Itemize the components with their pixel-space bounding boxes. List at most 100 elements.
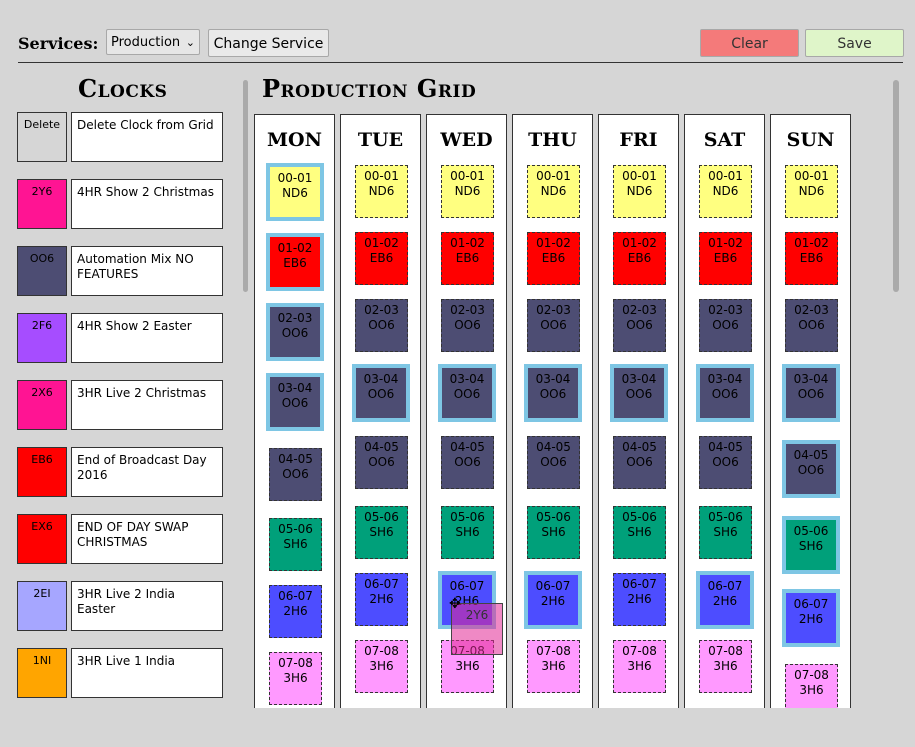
slot-clock-code: OO6 (454, 318, 481, 332)
clock-item[interactable]: OO6 Automation Mix NO FEATURES (17, 246, 227, 299)
grid-slot[interactable]: 00-01 ND6 (266, 163, 324, 221)
slot-clock-code: OO6 (711, 387, 739, 401)
clock-description: 4HR Show 2 Easter (71, 313, 223, 363)
grid-slot[interactable]: 06-07 2H6 (524, 571, 582, 629)
slot-clock-code: SH6 (283, 537, 308, 551)
clock-item[interactable]: EX6 END OF DAY SWAP CHRISTMAS (17, 514, 227, 567)
clock-item[interactable]: Delete Delete Clock from Grid (17, 112, 227, 165)
clear-button[interactable]: Clear (700, 29, 799, 57)
grid-slot[interactable]: 04-05 OO6 (441, 436, 494, 489)
services-label: Services: (18, 34, 99, 53)
grid-slot[interactable]: 05-06 SH6 (441, 506, 494, 559)
grid-slot[interactable]: 01-02 EB6 (527, 232, 580, 285)
grid-slot[interactable]: 06-07 2H6 (696, 571, 754, 629)
clock-description: End of Broadcast Day 2016 (71, 447, 223, 497)
grid-slot[interactable]: 04-05 OO6 (613, 436, 666, 489)
grid-slot[interactable]: 05-06 SH6 (527, 506, 580, 559)
clock-swatch[interactable]: 2EI (17, 581, 67, 631)
save-button[interactable]: Save (805, 29, 904, 57)
grid-slot[interactable]: 04-05 OO6 (269, 448, 322, 501)
clock-swatch[interactable]: 2Y6 (17, 179, 67, 229)
clock-swatch[interactable]: OO6 (17, 246, 67, 296)
slot-hour: 06-07 (793, 597, 829, 611)
grid-slot[interactable]: 00-01 ND6 (699, 165, 752, 218)
grid-slot[interactable]: 00-01 ND6 (613, 165, 666, 218)
service-select-value: Production (111, 35, 181, 50)
grid-slot[interactable]: 04-05 OO6 (355, 436, 408, 489)
grid-slot[interactable]: 02-03 OO6 (266, 303, 324, 361)
grid-scrollbar[interactable] (893, 80, 899, 292)
grid-slot[interactable]: 02-03 OO6 (785, 299, 838, 352)
slot-hour: 04-05 (536, 440, 571, 454)
grid-slot[interactable]: 01-02 EB6 (699, 232, 752, 285)
grid-slot[interactable]: 03-04 OO6 (782, 364, 840, 422)
grid-slot[interactable]: 05-06 SH6 (269, 518, 322, 571)
grid-slot[interactable]: 07-083H6 (269, 652, 322, 705)
clock-swatch[interactable]: 2F6 (17, 313, 67, 363)
clock-item[interactable]: 2Y6 4HR Show 2 Christmas (17, 179, 227, 232)
grid-slot[interactable]: 07-083H6 (527, 640, 580, 693)
move-cursor-icon: ✥ (449, 596, 461, 612)
clock-item[interactable]: 2EI 3HR Live 2 India Easter (17, 581, 227, 634)
grid-slot[interactable]: 03-04 OO6 (524, 364, 582, 422)
clock-item[interactable]: 2X6 3HR Live 2 Christmas (17, 380, 227, 433)
grid-slot[interactable]: 05-06 SH6 (355, 506, 408, 559)
grid-slot[interactable]: 07-083H6 (613, 640, 666, 693)
grid-slot[interactable]: 04-05 OO6 (782, 440, 840, 498)
grid-slot[interactable]: 07-083H6 (699, 640, 752, 693)
clock-swatch[interactable]: 1NI (17, 648, 67, 698)
grid-slot[interactable]: 00-01 ND6 (441, 165, 494, 218)
clock-list-scrollbar[interactable] (243, 80, 248, 292)
grid-slot[interactable]: 03-04 OO6 (438, 364, 496, 422)
grid-slot[interactable]: 07-083H6 (785, 664, 838, 708)
slot-clock-code: EB6 (283, 256, 307, 270)
clock-item[interactable]: EB6 End of Broadcast Day 2016 (17, 447, 227, 500)
grid-slot[interactable]: 06-07 2H6 (355, 573, 408, 626)
grid-slot[interactable]: 02-03 OO6 (699, 299, 752, 352)
grid-slot[interactable]: 01-02 EB6 (355, 232, 408, 285)
slot-clock-code: OO6 (454, 455, 481, 469)
change-service-button[interactable]: Change Service (208, 29, 329, 57)
grid-slot[interactable]: 04-05 OO6 (527, 436, 580, 489)
grid-slot[interactable]: 06-07 2H6 (782, 589, 840, 647)
grid-slot[interactable]: 04-05 OO6 (699, 436, 752, 489)
clock-swatch[interactable]: EB6 (17, 447, 67, 497)
grid-slot[interactable]: 03-04 OO6 (696, 364, 754, 422)
grid-slot[interactable]: 02-03 OO6 (355, 299, 408, 352)
grid-slot[interactable]: 03-04 OO6 (610, 364, 668, 422)
grid-slot[interactable]: 01-02 EB6 (441, 232, 494, 285)
grid-slot[interactable]: 06-07 2H6 (269, 585, 322, 638)
clock-swatch[interactable]: EX6 (17, 514, 67, 564)
grid-slot[interactable]: 03-04 OO6 (266, 373, 324, 431)
grid-slot[interactable]: 06-07 2H6 (613, 573, 666, 626)
clock-item[interactable]: 1NI 3HR Live 1 India (17, 648, 227, 701)
grid-slot[interactable]: 02-03 OO6 (527, 299, 580, 352)
slot-clock-code: 2H6 (540, 594, 566, 608)
grid-slot[interactable]: 02-03 OO6 (441, 299, 494, 352)
slot-hour: 07-08 (278, 656, 313, 670)
grid-slot[interactable]: 01-02 EB6 (785, 232, 838, 285)
grid-slot[interactable]: 00-01 ND6 (785, 165, 838, 218)
clock-swatch[interactable]: Delete (17, 112, 67, 162)
clock-swatch[interactable]: 2X6 (17, 380, 67, 430)
grid-slot[interactable]: 02-03 OO6 (613, 299, 666, 352)
grid-slot[interactable]: 07-083H6 (355, 640, 408, 693)
slot-hour: 01-02 (622, 236, 657, 250)
grid-slot[interactable]: 00-01 ND6 (355, 165, 408, 218)
slot-hour: 07-08 (364, 644, 399, 658)
service-select[interactable]: Production ⌄ (106, 29, 200, 55)
slot-clock-code: 3H6 (369, 659, 394, 673)
day-header: SAT (703, 129, 746, 151)
grid-slot[interactable]: 01-02 EB6 (266, 233, 324, 291)
slot-hour: 04-05 (278, 452, 313, 466)
grid-slot[interactable]: 05-06 SH6 (782, 516, 840, 574)
clock-item[interactable]: 2F6 4HR Show 2 Easter (17, 313, 227, 366)
grid-slot[interactable]: 05-06 SH6 (613, 506, 666, 559)
grid-slot[interactable]: 01-02 EB6 (613, 232, 666, 285)
slot-clock-code: EB6 (713, 251, 738, 265)
slot-hour: 04-05 (622, 440, 657, 454)
slot-hour: 01-02 (794, 236, 829, 250)
grid-slot[interactable]: 03-04 OO6 (352, 364, 410, 422)
grid-slot[interactable]: 05-06 SH6 (699, 506, 752, 559)
grid-slot[interactable]: 00-01 ND6 (527, 165, 580, 218)
